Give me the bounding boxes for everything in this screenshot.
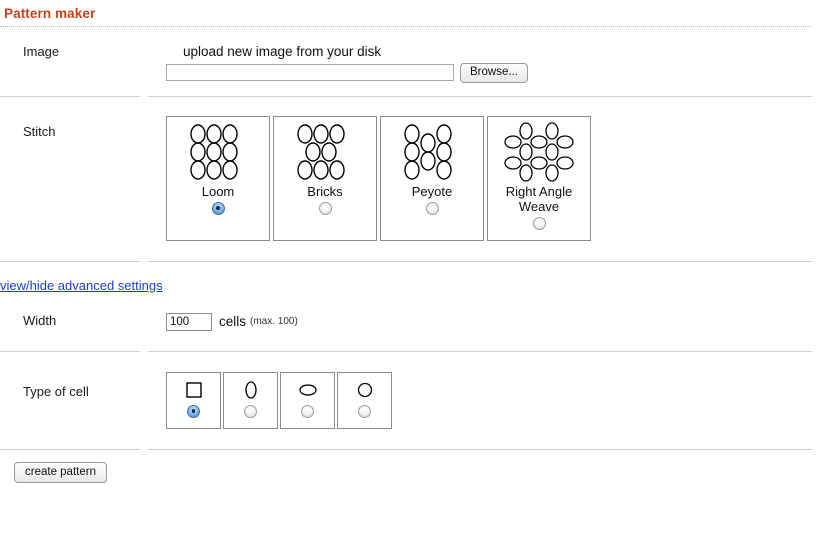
stitch-radio-loom[interactable] (211, 201, 225, 215)
stitch-options: Loom Bricks Peyote Right Angle Weave (166, 115, 823, 241)
image-row: Image upload new image from your disk Br… (0, 28, 823, 96)
circle-cell-icon (353, 373, 377, 403)
cell-type-option-circle[interactable] (337, 371, 392, 429)
stitch-content: Loom Bricks Peyote Right Angle Weave (145, 115, 823, 241)
tall-ellipse-cell-icon (239, 373, 263, 403)
stitch-option-label: Right Angle Weave (505, 183, 573, 214)
stitch-radio-wrap-peyote (425, 201, 439, 240)
cell-radio-wrap-square (187, 404, 200, 418)
bricks-grid-icon (293, 117, 357, 181)
cell-type-option-tall-ellipse[interactable] (223, 371, 278, 429)
width-content: cells (max. 100) (145, 312, 823, 331)
cell-type-label: Type of cell (23, 383, 89, 399)
square-cell-icon (182, 373, 206, 403)
stitch-option-bricks[interactable]: Bricks (273, 115, 377, 241)
cell-type-options (166, 371, 823, 429)
advanced-settings-link[interactable]: view/hide advanced settings (0, 278, 163, 293)
stitch-radio-wrap-bricks (318, 201, 332, 240)
width-row: Width cells (max. 100) (0, 293, 823, 351)
image-label: Image (23, 44, 60, 59)
stitch-radio-peyote[interactable] (425, 201, 439, 215)
browse-button[interactable]: Browse... (460, 63, 528, 83)
wide-ellipse-cell-icon (296, 373, 320, 403)
cell-radio-square[interactable] (187, 404, 200, 418)
stitch-radio-wrap-loom (211, 201, 225, 240)
cell-radio-wide-ellipse[interactable] (301, 404, 314, 418)
footer-row: create pattern (0, 450, 823, 484)
cell-type-option-wide-ellipse[interactable] (280, 371, 335, 429)
separator-after-stitch (0, 260, 812, 262)
cell-radio-circle[interactable] (358, 404, 371, 418)
stitch-radio-right-angle-weave[interactable] (532, 216, 546, 230)
width-input[interactable] (166, 312, 212, 331)
width-field-group: cells (max. 100) (166, 312, 823, 331)
stitch-option-right-angle-weave[interactable]: Right Angle Weave (487, 115, 591, 241)
advanced-settings-row: view/hide advanced settings (0, 262, 823, 293)
cell-type-content (145, 371, 823, 429)
stitch-option-loom[interactable]: Loom (166, 115, 270, 241)
stitch-option-label: Peyote (411, 183, 453, 199)
cell-type-option-square[interactable] (166, 371, 221, 429)
page-title: Pattern maker (4, 6, 96, 21)
loom-grid-icon (186, 117, 250, 181)
cell-type-row: Type of cell (0, 352, 823, 449)
width-unit-label: cells (219, 314, 247, 330)
stitch-label: Stitch (23, 123, 56, 139)
cell-radio-wrap-tall-ellipse (244, 404, 257, 418)
stitch-option-peyote[interactable]: Peyote (380, 115, 484, 241)
cell-radio-wrap-circle (358, 404, 371, 418)
file-upload-group: Browse... (166, 63, 823, 83)
peyote-grid-icon (400, 117, 464, 181)
right-angle-weave-icon (500, 117, 578, 182)
create-pattern-button[interactable]: create pattern (14, 461, 107, 484)
stitch-option-label: Bricks (307, 183, 343, 199)
cell-radio-tall-ellipse[interactable] (244, 404, 257, 418)
width-max-note: (max. 100) (250, 316, 298, 328)
file-path-input[interactable] (166, 64, 454, 82)
image-content: upload new image from your disk Browse..… (145, 44, 823, 83)
stitch-radio-wrap-raw (532, 216, 546, 240)
stitch-row: Stitch Loom Bricks Peyote Right Angle We… (0, 97, 823, 261)
stitch-radio-bricks[interactable] (318, 201, 332, 215)
stitch-option-label: Loom (201, 183, 235, 199)
width-label: Width (23, 312, 57, 328)
cell-radio-wrap-wide-ellipse (301, 404, 314, 418)
separator-after-cell-type (0, 448, 812, 450)
upload-caption: upload new image from your disk (183, 44, 382, 59)
